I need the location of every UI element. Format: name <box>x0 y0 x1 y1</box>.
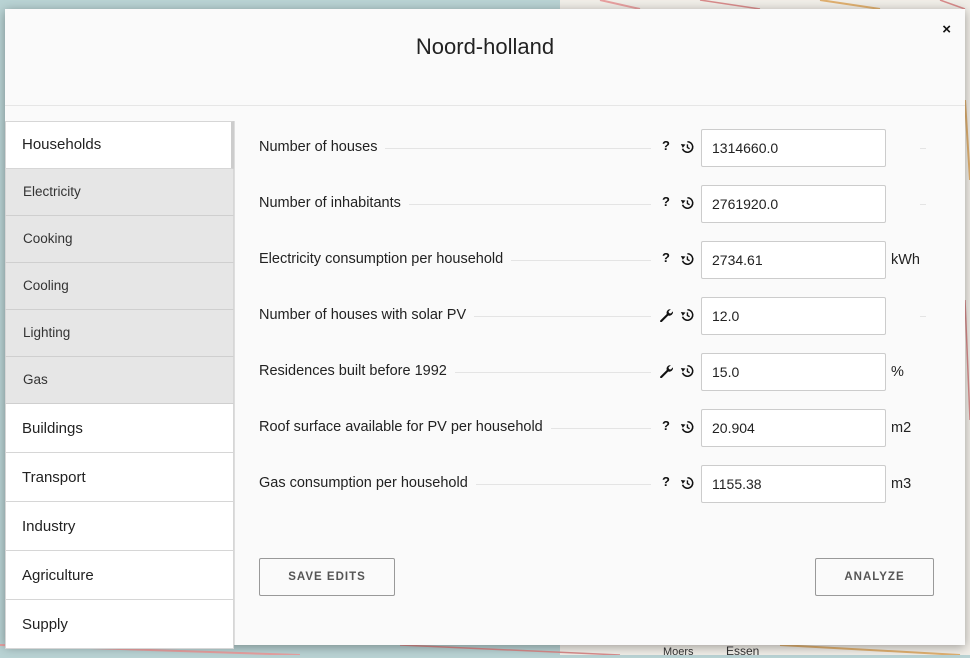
row-tick <box>920 316 926 317</box>
sidebar-subitem-electricity[interactable]: Electricity <box>5 169 234 216</box>
help-icon[interactable]: ? <box>658 194 674 212</box>
field-unit: % <box>891 364 904 380</box>
reset-history-icon[interactable] <box>679 362 695 380</box>
form-row: Number of houses? <box>259 129 959 167</box>
row-tick <box>920 204 926 205</box>
field-label: Gas consumption per household <box>259 475 476 491</box>
analyze-button[interactable]: ANALYZE <box>815 558 934 596</box>
category-sidebar: Households Electricity Cooking Cooling L… <box>5 121 235 649</box>
region-modal: Noord-holland × Households Electricity C… <box>5 9 965 649</box>
help-icon[interactable]: ? <box>658 418 674 436</box>
field-label: Number of inhabitants <box>259 195 409 211</box>
sidebar-subitem-gas[interactable]: Gas <box>5 357 234 404</box>
close-button[interactable]: × <box>942 21 951 38</box>
reset-history-icon[interactable] <box>679 194 695 212</box>
sidebar-subitem-cooling[interactable]: Cooling <box>5 263 234 310</box>
sidebar-item-households[interactable]: Households <box>5 121 234 169</box>
sidebar-subitem-cooking[interactable]: Cooking <box>5 216 234 263</box>
sidebar-item-supply[interactable]: Supply <box>5 600 234 649</box>
form-row: Number of houses with solar PV <box>259 297 959 335</box>
field-label: Residences built before 1992 <box>259 363 455 379</box>
modal-header: Noord-holland × <box>5 9 965 106</box>
help-icon[interactable]: ? <box>658 250 674 268</box>
field-unit: m3 <box>891 476 912 492</box>
help-icon[interactable]: ? <box>658 138 674 156</box>
help-icon[interactable]: ? <box>658 474 674 492</box>
wrench-icon[interactable] <box>658 306 674 324</box>
sidebar-item-industry[interactable]: Industry <box>5 502 234 551</box>
form-row: Electricity consumption per household? kW… <box>259 241 959 279</box>
wrench-icon[interactable] <box>658 362 674 380</box>
field-input[interactable] <box>701 241 886 279</box>
reset-history-icon[interactable] <box>679 250 695 268</box>
form-row: Number of inhabitants? <box>259 185 959 223</box>
reset-history-icon[interactable] <box>679 418 695 436</box>
form-row: Roof surface available for PV per househ… <box>259 409 959 447</box>
field-input[interactable] <box>701 185 886 223</box>
field-input[interactable] <box>701 353 886 391</box>
field-label: Electricity consumption per household <box>259 251 512 267</box>
field-label: Number of houses <box>259 139 386 155</box>
field-unit: m2 <box>891 420 912 436</box>
save-edits-button[interactable]: SAVE EDITS <box>259 558 395 596</box>
field-input[interactable] <box>701 129 886 167</box>
field-label: Number of houses with solar PV <box>259 307 475 323</box>
sidebar-item-transport[interactable]: Transport <box>5 453 234 502</box>
sidebar-item-agriculture[interactable]: Agriculture <box>5 551 234 600</box>
reset-history-icon[interactable] <box>679 306 695 324</box>
row-tick <box>920 148 926 149</box>
field-input[interactable] <box>701 409 886 447</box>
field-input[interactable] <box>701 465 886 503</box>
map-label-moers: Moers <box>663 646 694 658</box>
sidebar-item-buildings[interactable]: Buildings <box>5 404 234 453</box>
field-input[interactable] <box>701 297 886 335</box>
field-unit: kWh <box>891 252 920 268</box>
reset-history-icon[interactable] <box>679 474 695 492</box>
sidebar-subitem-lighting[interactable]: Lighting <box>5 310 234 357</box>
form-row: Gas consumption per household? m3 <box>259 465 959 503</box>
map-label-essen: Essen <box>726 644 760 658</box>
form-row: Residences built before 1992% <box>259 353 959 391</box>
field-label: Roof surface available for PV per househ… <box>259 419 551 435</box>
modal-title: Noord-holland <box>415 34 555 59</box>
reset-history-icon[interactable] <box>679 138 695 156</box>
